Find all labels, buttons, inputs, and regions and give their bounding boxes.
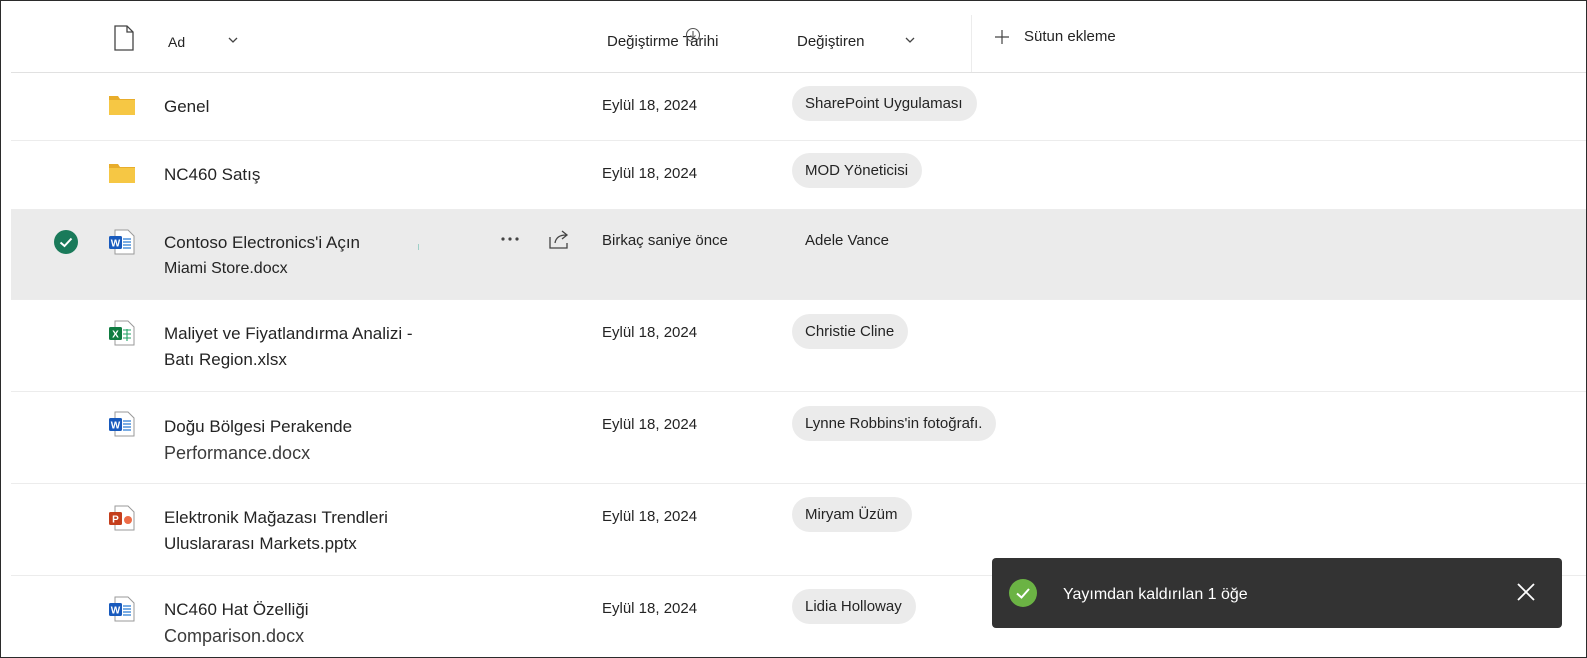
file-name[interactable]: Contoso Electronics'i Açın Miami Store.d… [164,230,360,282]
svg-text:W: W [111,239,121,250]
modified-date: Eylül 18, 2024 [602,324,698,341]
file-name[interactable]: Genel [164,94,209,120]
file-name[interactable]: NC460 Hat Özelliği Comparison.docx [164,597,309,649]
file-icon[interactable] [113,25,135,51]
modified-date: Birkaç saniye önce [602,232,728,249]
list-header: Ad Değiştirme Tarihi Değiştiren Sütun ek… [11,1,1586,73]
modified-by-pill[interactable]: SharePoint Uygulaması [792,86,977,121]
add-column-button[interactable]: Sütun ekleme [994,28,1116,45]
file-name-line2: Comparison.docx [164,626,305,646]
word-file-icon: W [109,229,135,255]
word-file-icon: W [109,596,135,622]
modified-date: Eylül 18, 2024 [602,97,698,114]
svg-text:W: W [111,421,121,432]
modified-by-pill[interactable]: Christie Cline [792,314,909,349]
column-divider [971,15,972,72]
folder-icon [109,164,135,183]
more-icon[interactable] [498,232,522,246]
modified-date: Eylül 18, 2024 [602,508,698,525]
file-name-line1: Genel [164,97,210,116]
modified-date: Eylül 18, 2024 [602,165,698,182]
column-header-name[interactable]: Ad [168,34,185,50]
file-name-line1: Doğu Bölgesi Perakende [164,417,353,436]
file-name-line1: NC460 Satış [164,165,261,184]
list-row[interactable]: X Maliyet ve Fiyatlandırma Analizi - Bat… [11,300,1586,392]
modified-by-pill[interactable]: Miryam Üzüm [792,497,912,532]
modified-by-pill[interactable]: Lidia Holloway [792,589,916,624]
excel-file-icon: X [109,320,135,346]
modified-by-pill[interactable]: MOD Yöneticisi [792,153,923,188]
powerpoint-file-icon: P [109,505,135,531]
toast-notification: Yayımdan kaldırılan 1 öğe [992,558,1562,628]
document-library: Ad Değiştirme Tarihi Değiştiren Sütun ek… [0,0,1587,658]
modified-by-pill[interactable]: Lynne Robbins'in fotoğrafı. [792,406,997,441]
list-row-selected[interactable]: W Contoso Electronics'i Açın Miami Store… [11,210,1586,300]
file-name-line2: Batı Region.xlsx [164,350,287,369]
file-name-line1: NC460 Hat Özelliği [164,600,309,619]
file-name[interactable]: Doğu Bölgesi Perakende Performance.docx [164,414,352,466]
svg-text:W: W [111,606,121,617]
share-icon[interactable] [547,228,571,250]
list-row[interactable]: Genel Eylül 18, 2024 SharePoint Uygulama… [11,73,1586,141]
file-name-line1: Maliyet ve Fiyatlandırma Analizi - [164,324,413,343]
chevron-down-icon[interactable] [903,33,917,47]
list-row[interactable]: NC460 Satış Eylül 18, 2024 MOD Yöneticis… [11,141,1586,210]
file-name-line1: Elektronik Mağazası Trendleri [164,508,388,527]
sort-icon[interactable] [685,27,701,43]
chevron-down-icon[interactable] [226,33,240,47]
folder-icon [109,96,135,115]
file-name-line2: Miami Store.docx [164,260,288,277]
list-row[interactable]: W Doğu Bölgesi Perakende Performance.doc… [11,392,1586,484]
close-icon[interactable] [1516,582,1536,602]
word-file-icon: W [109,411,135,437]
file-name[interactable]: Elektronik Mağazası Trendleri Uluslarara… [164,505,388,557]
file-name-line2: Performance.docx [164,443,311,463]
modified-by-pill[interactable]: Adele Vance [792,223,903,258]
column-header-modified-by[interactable]: Değiştiren [797,33,865,50]
svg-text:P: P [112,515,119,526]
row-marker [418,244,419,250]
svg-text:X: X [112,330,119,341]
modified-date: Eylül 18, 2024 [602,416,698,433]
modified-date: Eylül 18, 2024 [602,600,698,617]
plus-icon [995,29,1009,44]
file-name[interactable]: NC460 Satış [164,162,260,188]
check-circle-icon [1009,579,1037,607]
check-circle-icon[interactable] [54,230,78,254]
file-name-line2: Uluslararası Markets.pptx [164,534,357,553]
add-column-label: Sütun ekleme [1024,28,1116,45]
toast-message: Yayımdan kaldırılan 1 öğe [1063,586,1248,603]
file-name[interactable]: Maliyet ve Fiyatlandırma Analizi - Batı … [164,321,412,373]
column-header-modified[interactable]: Değiştirme Tarihi [607,33,718,50]
file-name-line1: Contoso Electronics'i Açın [164,233,361,252]
